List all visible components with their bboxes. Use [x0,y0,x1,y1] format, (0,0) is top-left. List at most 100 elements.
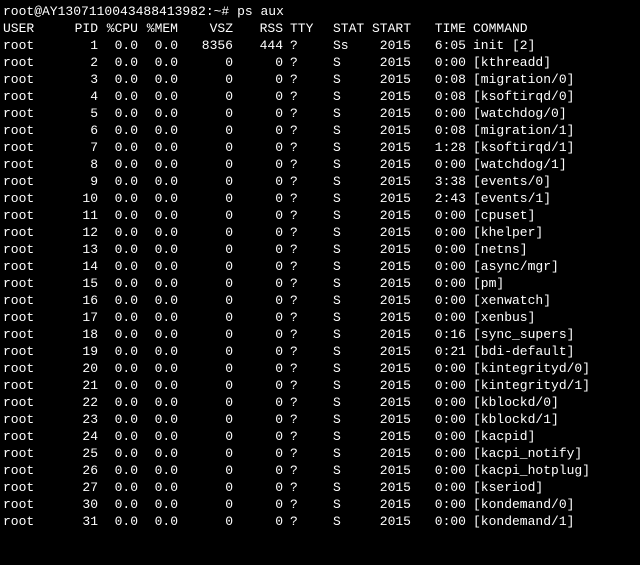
cell-time: 2:43 [411,190,466,207]
cell-start: 2015 [363,88,411,105]
cell-user: root [3,71,53,88]
cell-mem: 0.0 [138,37,178,54]
cell-rss: 444 [233,37,283,54]
process-row: root140.00.000?S20150:00[async/mgr] [3,258,637,275]
cell-user: root [3,309,53,326]
cell-mem: 0.0 [138,173,178,190]
cell-start: 2015 [363,343,411,360]
header-user: USER [3,20,53,37]
cell-pid: 31 [53,513,98,530]
cell-user: root [3,377,53,394]
typed-command: ps aux [237,4,284,19]
cell-cpu: 0.0 [98,122,138,139]
cell-user: root [3,428,53,445]
cell-stat: S [318,462,363,479]
cell-time: 0:00 [411,479,466,496]
header-tty: TTY [283,20,318,37]
cell-pid: 27 [53,479,98,496]
cell-time: 0:00 [411,54,466,71]
cell-vsz: 0 [178,207,233,224]
cell-command: [kondemand/0] [466,496,574,513]
process-row: root150.00.000?S20150:00[pm] [3,275,637,292]
cell-vsz: 0 [178,292,233,309]
cell-pid: 8 [53,156,98,173]
cell-time: 0:00 [411,411,466,428]
cell-vsz: 0 [178,173,233,190]
cell-vsz: 8356 [178,37,233,54]
cell-tty: ? [283,258,318,275]
cell-rss: 0 [233,513,283,530]
cell-command: init [2] [466,37,535,54]
cell-command: [xenbus] [466,309,535,326]
cell-stat: S [318,411,363,428]
cell-vsz: 0 [178,224,233,241]
cell-user: root [3,496,53,513]
cell-vsz: 0 [178,190,233,207]
cell-mem: 0.0 [138,513,178,530]
cell-command: [kseriod] [466,479,543,496]
cell-rss: 0 [233,207,283,224]
cell-cpu: 0.0 [98,37,138,54]
cell-vsz: 0 [178,411,233,428]
cell-time: 0:00 [411,207,466,224]
cell-user: root [3,445,53,462]
cell-user: root [3,54,53,71]
cell-cpu: 0.0 [98,360,138,377]
cell-cpu: 0.0 [98,428,138,445]
cell-tty: ? [283,360,318,377]
cell-rss: 0 [233,445,283,462]
cell-cpu: 0.0 [98,105,138,122]
cell-mem: 0.0 [138,326,178,343]
cell-pid: 20 [53,360,98,377]
cell-cpu: 0.0 [98,513,138,530]
cell-pid: 15 [53,275,98,292]
cell-time: 0:00 [411,445,466,462]
header-cpu: %CPU [98,20,138,37]
cell-rss: 0 [233,496,283,513]
cell-user: root [3,207,53,224]
cell-command: [sync_supers] [466,326,574,343]
cell-vsz: 0 [178,479,233,496]
cell-command: [watchdog/1] [466,156,567,173]
cell-pid: 17 [53,309,98,326]
header-pid: PID [53,20,98,37]
cell-vsz: 0 [178,326,233,343]
cell-rss: 0 [233,394,283,411]
cell-mem: 0.0 [138,496,178,513]
cell-command: [migration/1] [466,122,574,139]
cell-stat: S [318,292,363,309]
cell-start: 2015 [363,173,411,190]
cell-tty: ? [283,156,318,173]
cell-command: [ksoftirqd/0] [466,88,574,105]
process-row: root260.00.000?S20150:00[kacpi_hotplug] [3,462,637,479]
cell-stat: S [318,428,363,445]
cell-rss: 0 [233,224,283,241]
cell-mem: 0.0 [138,343,178,360]
cell-rss: 0 [233,360,283,377]
cell-pid: 23 [53,411,98,428]
cell-user: root [3,326,53,343]
cell-mem: 0.0 [138,479,178,496]
cell-tty: ? [283,411,318,428]
cell-tty: ? [283,462,318,479]
cell-user: root [3,411,53,428]
process-row: root10.00.08356444?Ss20156:05init [2] [3,37,637,54]
process-row: root100.00.000?S20152:43[events/1] [3,190,637,207]
cell-cpu: 0.0 [98,71,138,88]
cell-mem: 0.0 [138,88,178,105]
process-row: root160.00.000?S20150:00[xenwatch] [3,292,637,309]
cell-pid: 25 [53,445,98,462]
cell-mem: 0.0 [138,105,178,122]
cell-cpu: 0.0 [98,326,138,343]
cell-command: [migration/0] [466,71,574,88]
ps-header-row: USERPID%CPU%MEMVSZRSSTTYSTATSTARTTIMECOM… [3,20,637,37]
cell-stat: S [318,258,363,275]
cell-stat: S [318,360,363,377]
process-row: root20.00.000?S20150:00[kthreadd] [3,54,637,71]
cell-mem: 0.0 [138,411,178,428]
cell-tty: ? [283,105,318,122]
process-row: root30.00.000?S20150:08[migration/0] [3,71,637,88]
cell-mem: 0.0 [138,122,178,139]
header-command: COMMAND [466,20,528,37]
cell-start: 2015 [363,462,411,479]
